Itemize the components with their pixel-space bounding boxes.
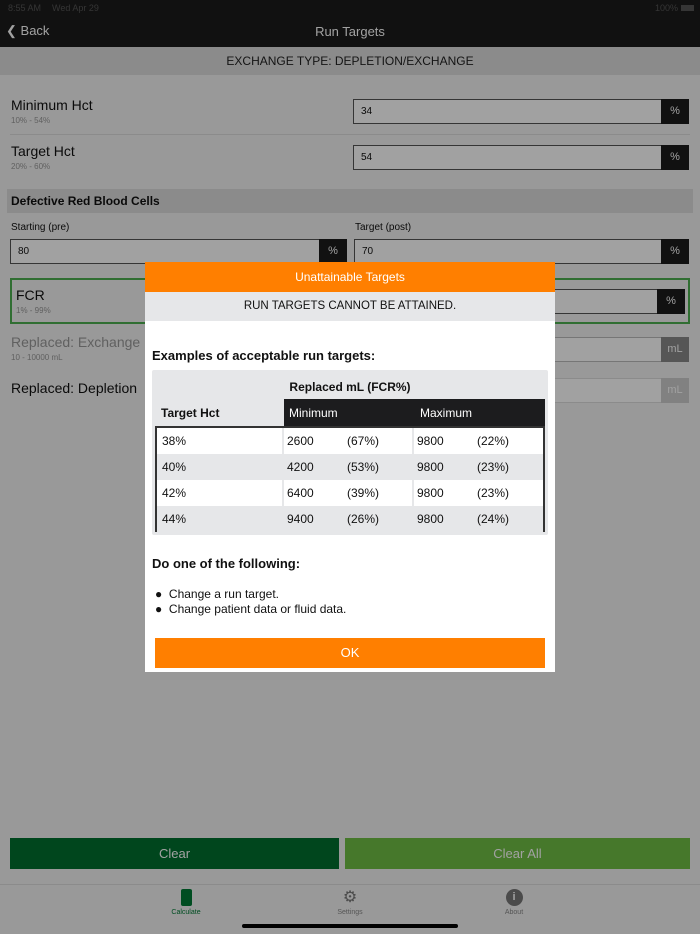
table-row: 40% 4200 (53%) 9800 (23%)	[157, 454, 543, 480]
cell-max-fcr: (22%)	[477, 434, 510, 448]
cell-max-fcr: (23%)	[477, 460, 510, 474]
cell-hct: 44%	[162, 512, 187, 526]
cell-min-fcr: (67%)	[347, 434, 380, 448]
cell-min: 2600	[287, 434, 314, 448]
column-divider	[412, 428, 414, 454]
cell-max: 9800	[417, 460, 444, 474]
dialog-subtitle: RUN TARGETS CANNOT BE ATTAINED.	[145, 292, 555, 321]
column-divider	[282, 506, 284, 532]
suggestion-item: ● Change patient data or fluid data.	[155, 602, 347, 616]
suggestion-text: Change patient data or fluid data.	[168, 602, 347, 616]
cell-min: 6400	[287, 486, 314, 500]
cell-max-fcr: (23%)	[477, 486, 510, 500]
column-divider	[412, 454, 414, 480]
suggestion-item: ● Change a run target.	[155, 587, 279, 601]
table-row: 42% 6400 (39%) 9800 (23%)	[157, 480, 543, 506]
cell-hct: 42%	[162, 486, 187, 500]
suggestion-text: Change a run target.	[168, 587, 279, 601]
cell-min-fcr: (53%)	[347, 460, 380, 474]
column-divider	[282, 428, 284, 454]
col-minimum: Minimum	[289, 406, 338, 420]
cell-min: 4200	[287, 460, 314, 474]
column-divider	[282, 480, 284, 506]
dialog-title: Unattainable Targets	[145, 262, 555, 292]
cell-min: 9400	[287, 512, 314, 526]
table-row: 38% 2600 (67%) 9800 (22%)	[157, 428, 543, 454]
column-divider	[282, 454, 284, 480]
cell-max: 9800	[417, 486, 444, 500]
examples-table: Replaced mL (FCR%) Target Hct Minimum Ma…	[152, 370, 548, 535]
ok-button[interactable]: OK	[155, 638, 545, 668]
col-maximum: Maximum	[420, 406, 473, 420]
column-divider	[412, 506, 414, 532]
cell-max: 9800	[417, 512, 444, 526]
col-target-hct: Target Hct	[161, 406, 220, 420]
unattainable-targets-dialog: Unattainable Targets RUN TARGETS CANNOT …	[145, 262, 555, 672]
cell-max-fcr: (24%)	[477, 512, 510, 526]
column-divider	[412, 480, 414, 506]
table-row: 44% 9400 (26%) 9800 (24%)	[157, 506, 543, 532]
suggestions-list: ● Change a run target. ● Change patient …	[155, 587, 346, 617]
cell-min-fcr: (39%)	[347, 486, 380, 500]
cell-max: 9800	[417, 434, 444, 448]
do-heading: Do one of the following:	[152, 556, 301, 571]
cell-min-fcr: (26%)	[347, 512, 380, 526]
group-header: Replaced mL (FCR%)	[289, 380, 411, 394]
cell-hct: 40%	[162, 460, 187, 474]
examples-heading: Examples of acceptable run targets:	[152, 348, 376, 363]
cell-hct: 38%	[162, 434, 187, 448]
